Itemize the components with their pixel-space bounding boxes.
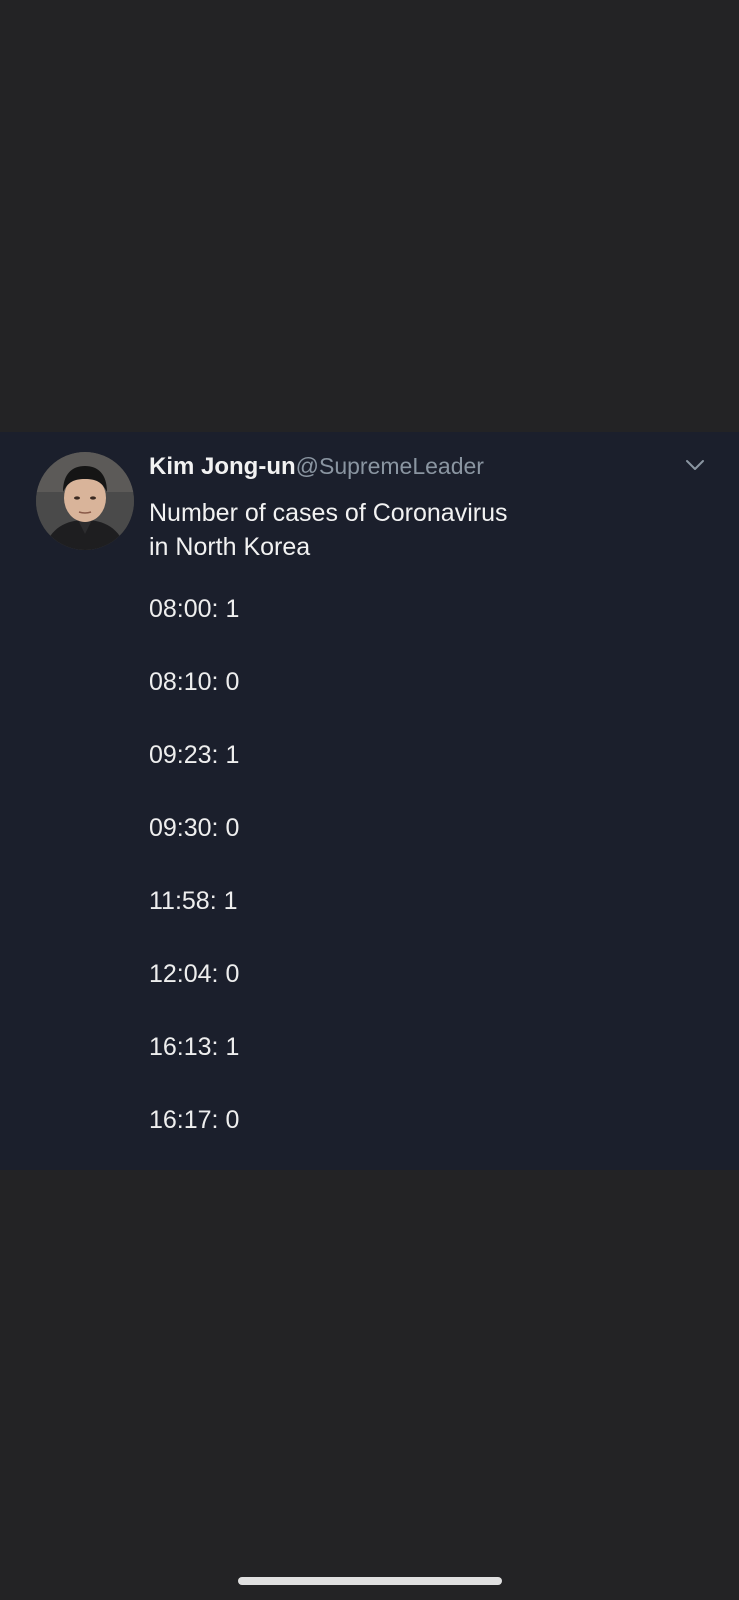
home-indicator[interactable] xyxy=(238,1577,502,1585)
chevron-down-icon[interactable] xyxy=(682,454,708,476)
case-count-entry: 11:58: 1 xyxy=(149,887,238,915)
tweet-text-line: Number of cases of Coronavirus xyxy=(149,499,508,527)
author-avatar[interactable] xyxy=(36,452,134,550)
tweet-header: Kim Jong-un@SupremeLeader xyxy=(149,448,484,484)
author-name[interactable]: Kim Jong-un xyxy=(149,453,296,480)
tweet-card[interactable]: Kim Jong-un@SupremeLeader Number of case… xyxy=(0,432,739,1170)
tweet-text: Number of cases of Coronavirus in North … xyxy=(149,496,619,564)
case-count-entry: 12:04: 0 xyxy=(149,960,240,988)
case-count-entry: 16:17: 0 xyxy=(149,1106,240,1134)
case-count-entry: 08:10: 0 xyxy=(149,668,240,696)
tweet-text-line: in North Korea xyxy=(149,533,311,561)
case-count-entry: 09:23: 1 xyxy=(149,741,240,769)
case-count-entry: 16:13: 1 xyxy=(149,1033,240,1061)
case-count-entry: 08:00: 1 xyxy=(149,595,240,623)
case-count-list: 08:00: 1 08:10: 0 09:23: 1 09:30: 0 11:5… xyxy=(149,592,239,1176)
author-handle[interactable]: @SupremeLeader xyxy=(296,453,484,479)
avatar-image xyxy=(36,452,134,550)
case-count-entry: 09:30: 0 xyxy=(149,814,240,842)
